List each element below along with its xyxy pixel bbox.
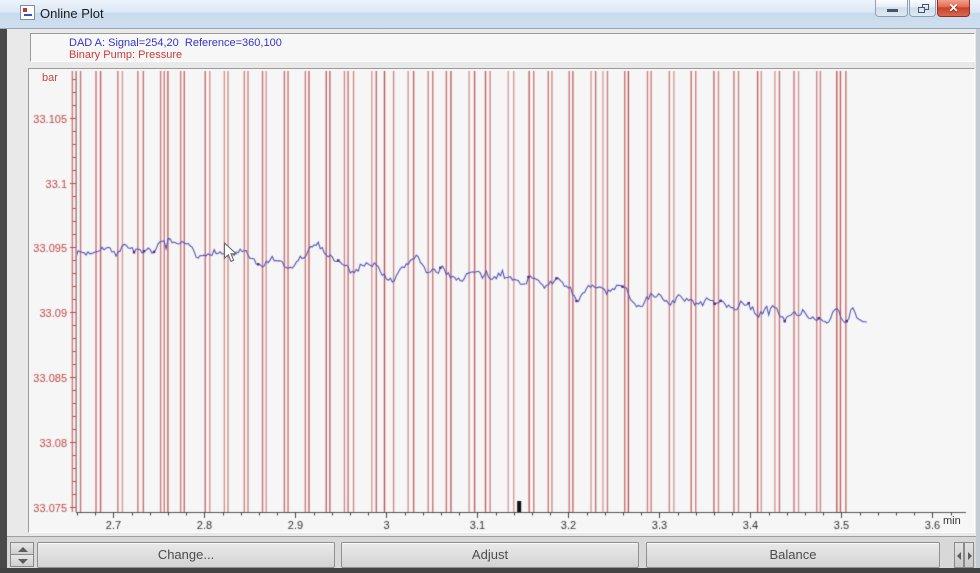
legend-box: DAD A: Signal=254,20 Reference=360,100 B… (30, 33, 975, 62)
window-title: Online Plot (40, 6, 104, 21)
arrow-right-icon (968, 552, 972, 560)
scroll-left-button[interactable] (954, 542, 964, 568)
balance-button[interactable]: Balance (646, 542, 940, 568)
y-axis-unit-label: bar (42, 72, 58, 84)
minimize-icon (887, 9, 898, 12)
x-axis-unit-label: min (943, 515, 961, 527)
bottom-toolbar: Change... Adjust Balance (7, 536, 976, 568)
close-icon: ✕ (948, 1, 959, 15)
x-scroll-control (954, 542, 975, 568)
title-bar[interactable]: Online Plot ✕ (0, 0, 980, 29)
change-button[interactable]: Change... (37, 542, 335, 568)
arrow-left-icon (957, 552, 961, 560)
arrow-down-icon (18, 559, 28, 564)
adjust-button[interactable]: Adjust (341, 542, 639, 568)
legend-entry-pump: Binary Pump: Pressure (69, 49, 183, 61)
spinner-down-button[interactable] (10, 554, 34, 567)
app-icon-red-mark (23, 8, 27, 12)
mouse-cursor-icon (223, 242, 238, 263)
restore-icon (918, 4, 929, 13)
plot-area: bar min (28, 68, 975, 533)
window-bottom-border (0, 568, 980, 573)
y-scale-spinner (10, 542, 34, 568)
restore-button[interactable] (909, 0, 936, 17)
app-icon-blue-mark (24, 14, 32, 16)
legend-entry-dad: DAD A: Signal=254,20 Reference=360,100 (69, 37, 282, 49)
arrow-up-icon (18, 547, 28, 552)
chromatogram-canvas[interactable] (29, 69, 974, 532)
app-icon[interactable] (20, 5, 35, 20)
scroll-right-button[interactable] (964, 542, 974, 568)
online-plot-window: Online Plot ✕ DAD A: Signal=254,20 Refer… (0, 0, 980, 573)
minimize-button[interactable] (875, 0, 908, 17)
window-left-border (0, 29, 7, 573)
close-button[interactable]: ✕ (937, 0, 970, 17)
window-right-border (976, 29, 980, 568)
